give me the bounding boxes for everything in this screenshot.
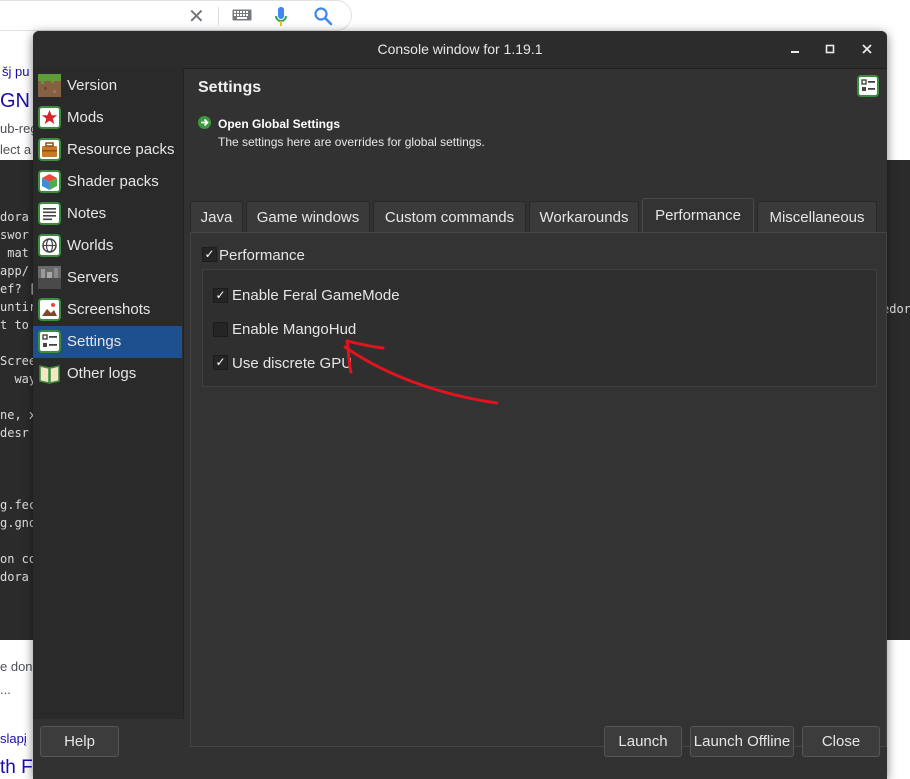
tab-workarounds[interactable]: Workarounds [529, 201, 639, 233]
terminal-line: swor [0, 228, 29, 242]
bg-text: ... [0, 682, 11, 697]
performance-group-checkbox[interactable]: ✓ [202, 247, 217, 262]
close-icon[interactable] [858, 40, 876, 58]
performance-tab-panel: ✓ Performance ✓ Enable Feral GameMode En… [190, 232, 887, 747]
sidebar-item-shader-packs[interactable]: Shader packs [33, 166, 182, 198]
terminal-line: on co [0, 552, 37, 566]
settings-page: Settings Open Global Settings The settin… [184, 68, 887, 747]
keyboard-icon[interactable] [232, 9, 252, 21]
maximize-icon[interactable] [821, 40, 839, 58]
terminal-line: ne, x [0, 408, 37, 422]
server-icon [38, 266, 61, 289]
bg-text: ub-reg [0, 121, 38, 136]
terminal-line: t to [0, 318, 29, 332]
tab-java[interactable]: Java [190, 201, 243, 233]
tab-performance[interactable]: Performance [642, 198, 754, 233]
search-icon[interactable] [313, 6, 333, 26]
performance-options-group: ✓ Enable Feral GameMode Enable MangoHud … [202, 269, 877, 387]
terminal-line: dora [0, 570, 29, 584]
sidebar: Version Mods Resource packs Shader packs… [33, 68, 184, 719]
sidebar-item-servers[interactable]: Servers [33, 262, 182, 294]
terminal-line: g.gno [0, 516, 37, 530]
terminal-line: desr [0, 426, 29, 440]
sidebar-item-label: Servers [67, 269, 119, 286]
sidebar-item-label: Shader packs [67, 173, 159, 190]
sidebar-item-label: Settings [67, 333, 122, 350]
terminal-output: dora swor mat app/ef? [ untir t to Scree way… [0, 208, 36, 586]
settings-icon [38, 330, 61, 353]
feral-gamemode-checkbox[interactable]: ✓ [213, 288, 228, 303]
sidebar-item-label: Screenshots [67, 301, 151, 318]
page-title: Settings [198, 79, 262, 96]
sidebar-item-settings[interactable]: Settings [33, 326, 182, 358]
terminal-line: Scree [0, 354, 37, 368]
sidebar-item-label: Mods [67, 109, 104, 126]
discrete-gpu-checkbox[interactable]: ✓ [213, 355, 228, 370]
sidebar-item-label: Other logs [67, 365, 137, 382]
terminal-line: untir [0, 300, 37, 314]
sidebar-item-worlds[interactable]: Worlds [33, 230, 182, 262]
sidebar-item-label: Resource packs [67, 141, 175, 158]
book-icon [39, 365, 60, 384]
terminal-line: mat [0, 246, 29, 260]
divider [218, 7, 219, 25]
help-button[interactable]: Help [40, 726, 119, 757]
globe-icon [38, 234, 61, 257]
terminal-line: dora [0, 210, 29, 224]
feral-gamemode-label: Enable Feral GameMode [232, 287, 400, 304]
terminal-line: way [0, 372, 37, 386]
close-button[interactable]: Close [802, 726, 880, 757]
grass-block-icon [38, 74, 61, 97]
mangohud-label: Enable MangoHud [232, 321, 357, 338]
mangohud-checkbox[interactable] [213, 322, 228, 337]
tab-game-windows[interactable]: Game windows [246, 201, 370, 233]
title-bar[interactable]: Console window for 1.19.1 [33, 31, 887, 69]
cube-icon [38, 170, 61, 193]
microphone-icon[interactable] [273, 6, 289, 28]
window-title: Console window for 1.19.1 [377, 41, 543, 57]
tab-miscellaneous[interactable]: Miscellaneous [757, 201, 877, 233]
clear-icon[interactable]: ✕ [188, 5, 205, 27]
sidebar-item-screenshots[interactable]: Screenshots [33, 294, 182, 326]
bg-link-text[interactable]: GN [0, 90, 30, 113]
sidebar-item-mods[interactable]: Mods [33, 102, 182, 134]
performance-group-label: Performance [219, 247, 305, 264]
star-icon [38, 106, 61, 129]
sidebar-item-resource-packs[interactable]: Resource packs [33, 134, 182, 166]
tab-custom-commands[interactable]: Custom commands [373, 201, 526, 233]
browser-search-bar[interactable]: ✕ [0, 0, 352, 31]
terminal-line: ef? [ [0, 282, 37, 296]
global-settings-title: Open Global Settings [218, 117, 341, 131]
bg-text: lect a [0, 142, 32, 157]
discrete-gpu-label: Use discrete GPU [232, 355, 353, 372]
launch-button[interactable]: Launch [604, 726, 682, 757]
sidebar-item-version[interactable]: Version [33, 70, 182, 102]
console-window: Console window for 1.19.1 Version Mods R… [33, 31, 887, 779]
bg-link-text[interactable]: slapį [0, 731, 27, 746]
minimize-icon[interactable] [786, 40, 804, 58]
terminal-line: g.fec [0, 498, 37, 512]
global-settings-subtitle: The settings here are overrides for glob… [218, 135, 485, 149]
bg-link-text[interactable]: šj pu [2, 64, 29, 79]
briefcase-icon [38, 138, 61, 161]
sidebar-item-other-logs[interactable]: Other logs [33, 358, 182, 390]
sidebar-item-label: Version [67, 77, 118, 94]
arrow-right-icon [198, 116, 211, 129]
notes-icon [38, 202, 61, 225]
image-icon [38, 298, 61, 321]
sidebar-item-notes[interactable]: Notes [33, 198, 182, 230]
sidebar-item-label: Worlds [67, 237, 114, 254]
launch-offline-button[interactable]: Launch Offline [690, 726, 794, 757]
terminal-line: app/ [0, 264, 29, 278]
sidebar-item-label: Notes [67, 205, 107, 222]
settings-icon [857, 75, 879, 97]
